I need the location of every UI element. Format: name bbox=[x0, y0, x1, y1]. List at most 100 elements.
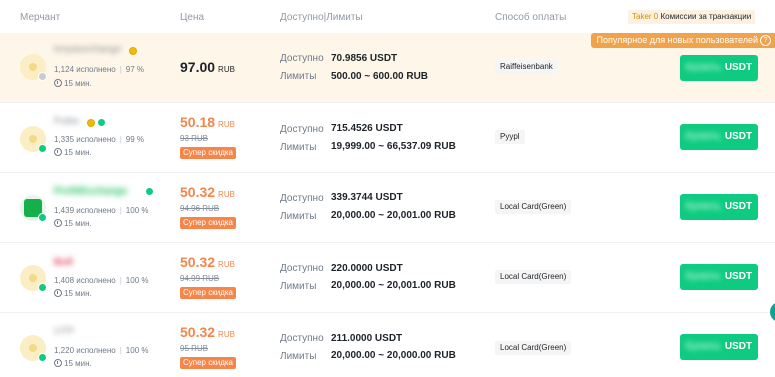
price: 97.00 RUB bbox=[180, 59, 235, 77]
price: 50.18 RUB bbox=[180, 114, 235, 132]
discount-badge: Супер скидка bbox=[180, 147, 236, 159]
buy-button[interactable]: Купить USDT bbox=[680, 194, 758, 220]
time-value: 15 мин. bbox=[64, 219, 92, 228]
payment-method-tag: Local Card(Green) bbox=[495, 200, 572, 214]
merchant-name[interactable]: Bull bbox=[54, 257, 73, 269]
discount-badge: Супер скидка bbox=[180, 287, 236, 299]
clock-icon bbox=[54, 79, 62, 87]
price-column-header: Цена bbox=[180, 12, 205, 23]
merchant-name[interactable]: UTP bbox=[54, 326, 74, 338]
old-price: 94.99 RUB bbox=[180, 274, 220, 283]
taker-fee-badge: Taker 0 Комиссии за транзакции bbox=[628, 10, 756, 24]
price-currency: RUB bbox=[218, 120, 235, 129]
buy-button[interactable]: Купить USDT bbox=[680, 55, 758, 81]
completion-rate: 100 % bbox=[125, 346, 149, 355]
buy-asset: USDT bbox=[724, 131, 753, 142]
limits-label: Лимиты bbox=[280, 351, 317, 362]
price: 50.32 RUB bbox=[180, 184, 235, 202]
price-value: 50.32 bbox=[180, 324, 216, 340]
available-value: 339.3744 USDT bbox=[331, 192, 403, 203]
limits-column-header: Доступно|Лимиты bbox=[280, 12, 363, 23]
limits-label: Лимиты bbox=[280, 211, 317, 222]
limits-label: Лимиты bbox=[280, 142, 317, 153]
limits-value: 20,000.00 ~ 20,001.00 RUB bbox=[331, 210, 456, 221]
clock-icon bbox=[54, 359, 62, 367]
time-value: 15 мин. bbox=[64, 148, 92, 157]
status-dot-icon bbox=[38, 213, 47, 222]
price-value: 50.32 bbox=[180, 184, 216, 200]
completion-rate: 100 % bbox=[125, 206, 149, 215]
payment-method-tag: Pyypl bbox=[495, 130, 525, 144]
price-currency: RUB bbox=[218, 65, 235, 74]
old-price: 95 RUB bbox=[180, 344, 209, 353]
available-label: Доступно bbox=[280, 193, 324, 204]
clock-icon bbox=[54, 148, 62, 156]
merchant-stats: 1,124 исполнено | 97 % bbox=[54, 65, 145, 74]
limits-value: 500.00 ~ 600.00 RUB bbox=[331, 71, 429, 82]
buy-asset: USDT bbox=[724, 62, 753, 73]
buy-button[interactable]: Купить USDT bbox=[680, 264, 758, 290]
payment-time: 15 мин. bbox=[54, 289, 92, 298]
available-label: Доступно bbox=[280, 124, 324, 135]
merchant-stats: 1,220 исполнено | 100 % bbox=[54, 346, 149, 355]
orders-count: 1,335 исполнено bbox=[54, 135, 116, 144]
help-icon[interactable]: ? bbox=[760, 35, 771, 46]
status-dot-icon bbox=[38, 353, 47, 362]
limits-label: Лимиты bbox=[280, 281, 317, 292]
price-currency: RUB bbox=[218, 330, 235, 339]
buy-asset: USDT bbox=[724, 341, 753, 352]
available-value: 70.9856 USDT bbox=[331, 53, 398, 64]
clock-icon bbox=[54, 219, 62, 227]
table-row: UTP 1,220 исполнено | 100 % 15 мин. 50.32 R… bbox=[0, 312, 775, 377]
merchant-name[interactable]: lonyasochange bbox=[54, 44, 121, 56]
taker-fee-description: Комиссии за транзакции bbox=[660, 12, 752, 21]
status-dot-icon bbox=[38, 72, 47, 81]
price-value: 50.18 bbox=[180, 114, 216, 130]
popular-badge: Популярное для новых пользователей? bbox=[591, 33, 775, 48]
buy-button[interactable]: Купить USDT bbox=[680, 124, 758, 150]
table-row: Популярное для новых пользователей? lony… bbox=[0, 33, 775, 103]
clock-icon bbox=[54, 289, 62, 297]
table-header: Мерчант Цена Доступно|Лимиты Способ опла… bbox=[0, 0, 775, 33]
buy-asset: USDT bbox=[724, 201, 753, 212]
limits-value: 19,999.00 ~ 66,537.09 RUB bbox=[331, 141, 456, 152]
payment-time: 15 мин. bbox=[54, 219, 92, 228]
merchant-stats: 1,439 исполнено | 100 % bbox=[54, 206, 149, 215]
price-value: 97.00 bbox=[180, 59, 216, 75]
merchant-name[interactable]: ProfitExchange bbox=[54, 186, 127, 198]
status-dot-icon bbox=[38, 144, 47, 153]
popular-badge-label: Популярное для новых пользователей bbox=[596, 35, 758, 45]
table-row: ProfitExchange 1,439 исполнено | 100 % 15 … bbox=[0, 172, 775, 243]
buy-label: Купить bbox=[685, 341, 721, 352]
merchant-stats: 1,408 исполнено | 100 % bbox=[54, 276, 149, 285]
avatar bbox=[20, 126, 47, 153]
payment-column-header: Способ оплаты bbox=[495, 12, 567, 23]
discount-badge: Супер скидка bbox=[180, 357, 236, 369]
time-value: 15 мин. bbox=[64, 359, 92, 368]
avatar bbox=[20, 195, 47, 222]
buy-asset: USDT bbox=[724, 271, 753, 282]
price-currency: RUB bbox=[218, 190, 235, 199]
payment-method-tag: Raiffeisenbank bbox=[495, 60, 558, 74]
taker-fee-label: Taker 0 bbox=[632, 12, 659, 21]
phone-verified-icon bbox=[98, 119, 105, 126]
available-value: 220.0000 USDT bbox=[331, 263, 403, 274]
merchant-column-header: Мерчант bbox=[20, 12, 61, 23]
payment-time: 15 мин. bbox=[54, 148, 92, 157]
available-value: 715.4526 USDT bbox=[331, 123, 403, 134]
table-row: Pubis 1,335 исполнено | 99 % 15 мин. 50.18… bbox=[0, 102, 775, 173]
available-label: Доступно bbox=[280, 263, 324, 274]
completion-rate: 100 % bbox=[125, 276, 149, 285]
merchant-name[interactable]: Pubis bbox=[54, 116, 79, 128]
completion-rate: 99 % bbox=[125, 135, 145, 144]
buy-button[interactable]: Купить USDT bbox=[680, 334, 758, 360]
price: 50.32 RUB bbox=[180, 324, 235, 342]
discount-badge: Супер скидка bbox=[180, 217, 236, 229]
payment-time: 15 мин. bbox=[54, 359, 92, 368]
status-dot-icon bbox=[38, 283, 47, 292]
old-price: 93 RUB bbox=[180, 134, 209, 143]
limits-value: 20,000.00 ~ 20,001.00 RUB bbox=[331, 280, 456, 291]
buy-label: Купить bbox=[685, 62, 721, 73]
orders-count: 1,220 исполнено bbox=[54, 346, 116, 355]
avatar bbox=[20, 54, 47, 81]
